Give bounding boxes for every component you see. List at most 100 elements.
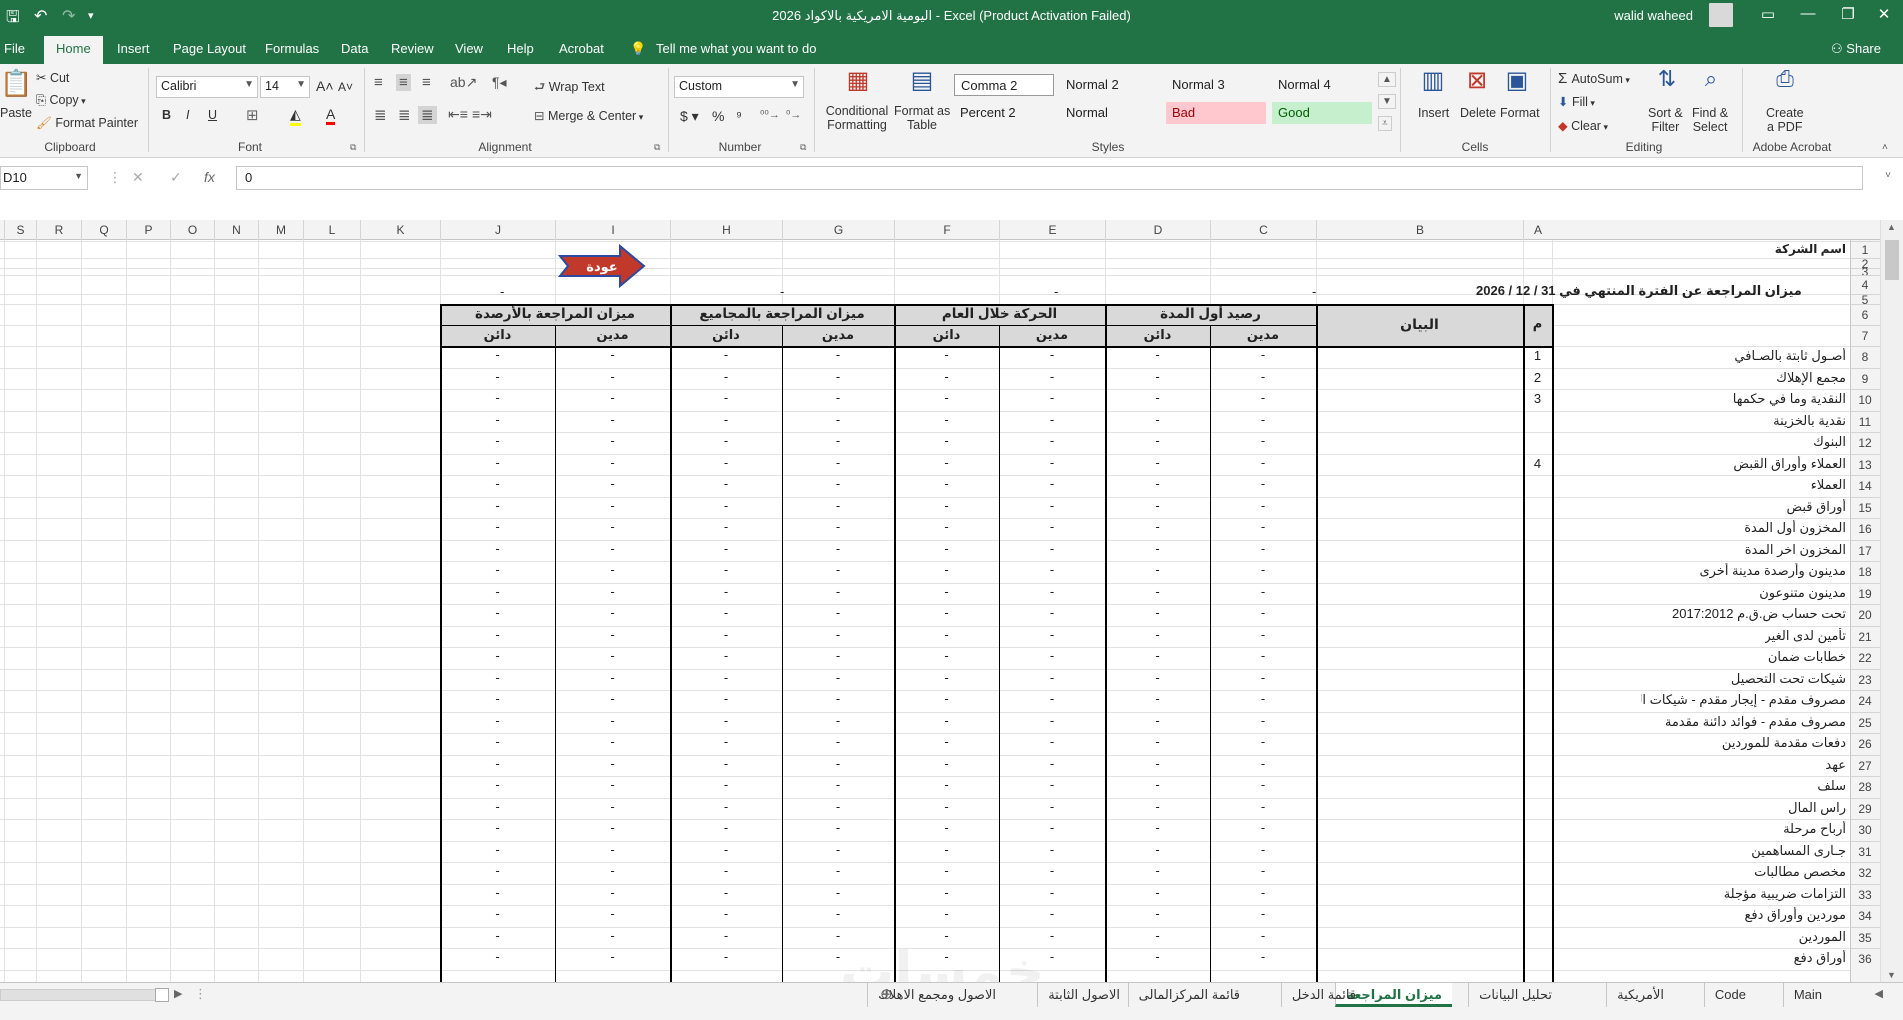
scroll-left-icon[interactable]: ◀ (1875, 987, 1883, 1000)
clear-button[interactable]: ◆ Clear ▾ (1558, 118, 1608, 133)
ribbon-display-icon[interactable]: ▭ (1753, 5, 1783, 23)
column-header[interactable]: A (1523, 220, 1552, 240)
column-header[interactable]: H (670, 220, 782, 240)
row-header[interactable]: 20 (1850, 604, 1880, 626)
tab-help[interactable]: Help (507, 41, 534, 56)
borders-icon[interactable]: ⊞ (246, 106, 259, 124)
tab-home[interactable]: Home (44, 36, 103, 64)
formula-input[interactable]: 0 (236, 166, 1863, 190)
align-right-icon[interactable]: ≣ (418, 106, 437, 124)
sheet-tab[interactable]: تحليل البيانات (1468, 983, 1562, 1007)
company-name-cell[interactable]: اسم الشركة (1775, 242, 1846, 256)
comma-style-icon[interactable]: ⁹ (736, 108, 742, 124)
align-left-icon[interactable]: ≣ (374, 106, 387, 124)
copy-button[interactable]: ⎘ Copy ▾ (36, 93, 86, 108)
row-header[interactable]: 35 (1850, 926, 1880, 949)
pdf-icon[interactable]: ⎙ (1770, 66, 1800, 92)
tab-data[interactable]: Data (341, 41, 368, 56)
scroll-thumb[interactable] (155, 988, 169, 1002)
merge-center-button[interactable]: ⊟ Merge & Center ▾ (534, 108, 643, 123)
font-size-combo[interactable]: 14 ▼ (260, 76, 310, 98)
sort-filter-icon[interactable]: ⇅ (1652, 66, 1682, 92)
insert-cells-icon[interactable]: ▥ (1418, 66, 1448, 95)
find-select-button[interactable]: Find & Select (1692, 106, 1728, 134)
delete-cells-icon[interactable]: ⊠ (1462, 66, 1492, 95)
horizontal-scrollbar[interactable] (0, 988, 169, 1002)
scroll-up-icon[interactable]: ▲ (1887, 222, 1896, 232)
grow-font-icon[interactable]: A˄ (316, 78, 334, 94)
style-bad[interactable]: Bad (1166, 102, 1266, 124)
row-header[interactable]: 9 (1850, 367, 1880, 390)
back-button[interactable]: عودة (558, 244, 646, 288)
row-header[interactable]: 11 (1850, 410, 1880, 433)
row-header[interactable]: 30 (1850, 819, 1880, 841)
find-select-icon[interactable]: ⌕ (1696, 66, 1726, 92)
style-comma-2[interactable]: Comma 2 (954, 74, 1054, 96)
wrap-text-button[interactable]: ⮐ Wrap Text (534, 78, 605, 99)
column-header[interactable]: F (894, 220, 999, 240)
sheet-tab[interactable]: الأمريكية (1606, 983, 1674, 1007)
format-as-table-button[interactable]: Format as Table (894, 104, 950, 132)
column-header[interactable]: J (440, 220, 555, 240)
currency-icon[interactable]: $ ▾ (680, 108, 699, 125)
row-header[interactable]: 6 (1850, 304, 1880, 325)
row-header[interactable]: 21 (1850, 625, 1880, 648)
column-header[interactable]: R (36, 220, 81, 240)
row-header[interactable]: 13 (1850, 453, 1880, 476)
column-header[interactable]: C (1210, 220, 1316, 240)
minimize-icon[interactable]: — (1793, 5, 1823, 22)
row-header[interactable]: 32 (1850, 862, 1880, 884)
row-header[interactable]: 14 (1850, 475, 1880, 497)
style-normal-2[interactable]: Normal 2 (1060, 74, 1160, 96)
row-header[interactable]: 4 (1850, 275, 1880, 294)
row-header[interactable]: 7 (1850, 325, 1880, 346)
row-header[interactable]: 16 (1850, 518, 1880, 540)
avatar[interactable] (1709, 3, 1733, 27)
row-header[interactable]: 10 (1850, 389, 1880, 411)
row-header[interactable]: 26 (1850, 733, 1880, 755)
name-box[interactable]: D10 ▼ (0, 166, 88, 190)
conditional-formatting-icon[interactable]: ▦ (838, 66, 878, 95)
tab-formulas[interactable]: Formulas (265, 41, 319, 56)
worksheet-grid[interactable]: SRQPONMLKJIHGFEDCBA 1 2 3 4 5 6 7 8 9 10 11 12 13 14 1… (0, 220, 1880, 982)
paste-icon[interactable]: 📋 (0, 68, 32, 99)
underline-button[interactable]: U (208, 108, 217, 122)
sheet-tab[interactable]: قائمة المركزالمالى (1127, 983, 1250, 1007)
collapse-ribbon-icon[interactable]: ˄ (1882, 142, 1888, 153)
increase-decimal-icon[interactable]: ⁰⁰→ (760, 108, 780, 121)
row-header[interactable]: 36 (1850, 948, 1880, 970)
add-sheet-icon[interactable]: ⊕ (880, 985, 893, 1003)
style-normal-3[interactable]: Normal 3 (1166, 74, 1266, 96)
scroll-thumb[interactable] (1885, 240, 1899, 280)
style-percent-2[interactable]: Percent 2 (954, 102, 1054, 124)
sheet-tab[interactable]: Code (1703, 983, 1756, 1007)
row-header[interactable]: 5 (1850, 294, 1880, 306)
dialog-launcher-icon[interactable]: ⧉ (800, 142, 806, 153)
decrease-decimal-icon[interactable]: ⁰→ (786, 108, 801, 121)
row-header[interactable]: 29 (1850, 797, 1880, 820)
format-cells-button[interactable]: Format (1500, 106, 1540, 120)
align-middle-icon[interactable]: ≡ (396, 74, 411, 91)
tab-acrobat[interactable]: Acrobat (559, 41, 604, 56)
percent-icon[interactable]: % (712, 108, 724, 124)
row-header[interactable]: 24 (1850, 690, 1880, 712)
column-header[interactable]: K (360, 220, 440, 240)
column-header[interactable]: P (126, 220, 170, 240)
row-header[interactable]: 33 (1850, 883, 1880, 906)
sheet-tab[interactable]: Main (1782, 983, 1832, 1007)
sheet-tab[interactable]: الاصول الثابتة (1037, 983, 1130, 1007)
cut-button[interactable]: ✂ Cut (36, 70, 69, 85)
font-color-icon[interactable]: A (326, 106, 336, 125)
row-header[interactable]: 12 (1850, 432, 1880, 454)
row-header[interactable]: 18 (1850, 561, 1880, 583)
share-button[interactable]: ⚇ Share (1831, 41, 1881, 57)
expand-formula-bar-icon[interactable]: ˅ (1885, 170, 1891, 181)
shrink-font-icon[interactable]: A˅ (338, 80, 353, 94)
tab-review[interactable]: Review (391, 41, 434, 56)
create-pdf-button[interactable]: Create a PDF (1766, 106, 1804, 134)
tab-insert[interactable]: Insert (117, 41, 150, 56)
user-name[interactable]: walid waheed (1614, 8, 1693, 23)
style-normal[interactable]: Normal (1060, 102, 1160, 124)
conditional-formatting-button[interactable]: Conditional Formatting (822, 104, 892, 132)
text-direction-icon[interactable]: ¶◂ (492, 74, 507, 91)
